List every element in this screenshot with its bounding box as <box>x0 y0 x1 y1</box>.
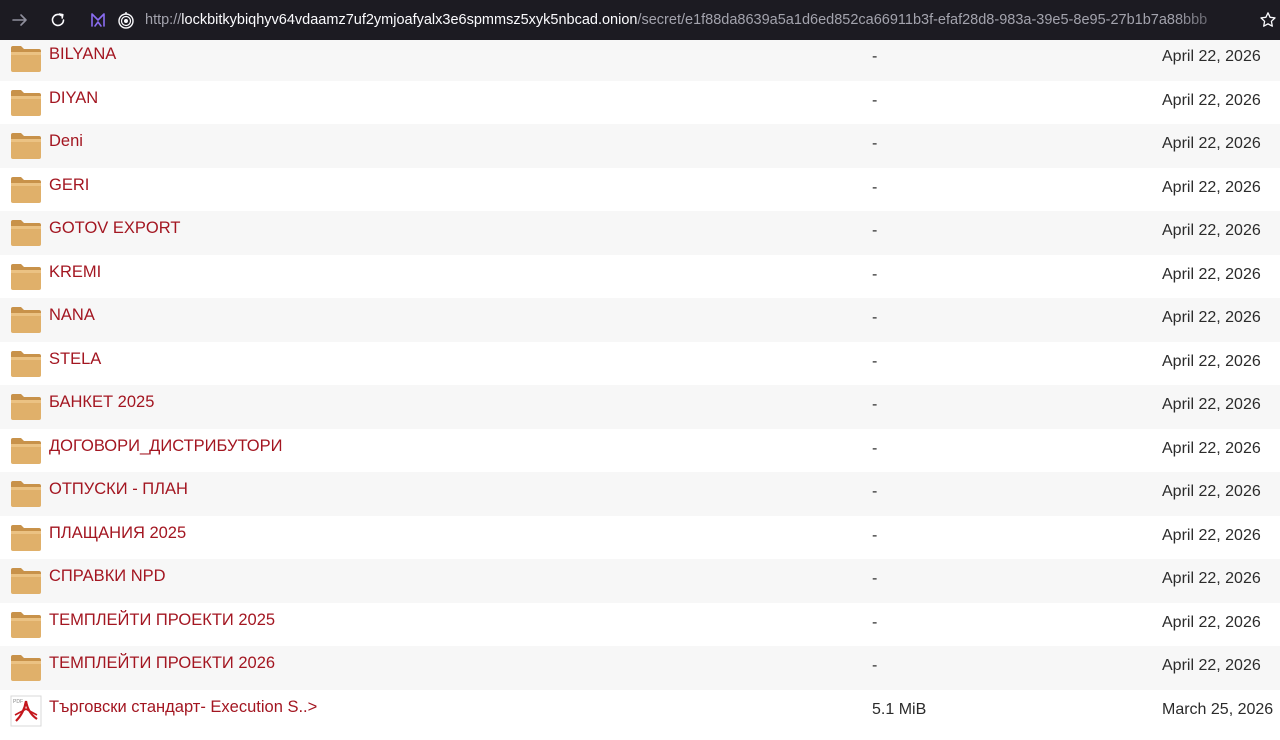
modified-date: April 22, 2026 <box>1162 178 1261 196</box>
modified-date: March 25, 2026 <box>1162 700 1274 718</box>
file-size: - <box>872 396 878 413</box>
modified-date: April 22, 2026 <box>1162 570 1261 587</box>
svg-text:PDF: PDF <box>13 699 23 705</box>
folder-icon[interactable] <box>10 608 42 640</box>
table-row: ТЕМПЛЕЙТИ ПРОЕКТИ 2025 - April 22, 2026 <box>0 602 1280 646</box>
file-size: - <box>872 48 878 65</box>
folder-icon[interactable] <box>10 173 42 205</box>
folder-link[interactable]: ТЕМПЛЕЙТИ ПРОЕКТИ 2025 <box>49 611 275 630</box>
modified-date: April 22, 2026 <box>1162 483 1261 500</box>
tor-onion-icon[interactable] <box>114 8 138 32</box>
modified-date: April 22, 2026 <box>1162 526 1261 544</box>
table-row: STELA - April 22, 2026 <box>0 341 1280 385</box>
table-row: СПРАВКИ NPD - April 22, 2026 <box>0 559 1280 603</box>
folder-icon[interactable] <box>10 390 42 422</box>
browser-toolbar: http://lockbitkybiqhyv64vdaamz7uf2ymjoaf… <box>0 0 1280 40</box>
file-size: - <box>872 222 878 239</box>
file-size: - <box>872 309 878 326</box>
table-row: ТЕМПЛЕЙТИ ПРОЕКТИ 2026 - April 22, 2026 <box>0 646 1280 690</box>
folder-link[interactable]: KREMI <box>49 263 101 282</box>
folder-icon[interactable] <box>10 651 42 683</box>
folder-icon[interactable] <box>10 347 42 379</box>
file-size: - <box>872 483 878 500</box>
table-row: ПЛАЩАНИЯ 2025 - April 22, 2026 <box>0 515 1280 559</box>
table-row: NANA - April 22, 2026 <box>0 298 1280 342</box>
table-row: GOTOV EXPORT - April 22, 2026 <box>0 211 1280 255</box>
folder-icon[interactable] <box>10 521 42 553</box>
file-size: - <box>872 178 878 196</box>
table-row: KREMI - April 22, 2026 <box>0 254 1280 298</box>
file-size: - <box>872 91 878 109</box>
extension-icon[interactable] <box>86 8 110 32</box>
folder-link[interactable]: GERI <box>49 176 89 195</box>
folder-link[interactable]: BILYANA <box>49 45 116 64</box>
table-row: ОТПУСКИ - ПЛАН - April 22, 2026 <box>0 472 1280 516</box>
modified-date: April 22, 2026 <box>1162 657 1261 674</box>
folder-icon[interactable] <box>10 303 42 335</box>
modified-date: April 22, 2026 <box>1162 352 1261 370</box>
forward-arrow-icon[interactable] <box>8 8 32 32</box>
modified-date: April 22, 2026 <box>1162 439 1261 457</box>
modified-date: April 22, 2026 <box>1162 613 1261 631</box>
file-size: - <box>872 265 878 283</box>
url-path: /secret/e1f88da8639a5a1d6ed852ca66911b3f… <box>637 12 1208 28</box>
table-row: GERI - April 22, 2026 <box>0 167 1280 211</box>
folder-link[interactable]: GOTOV EXPORT <box>49 219 180 238</box>
table-row: Deni - April 22, 2026 <box>0 124 1280 168</box>
folder-link[interactable]: Deni <box>49 132 83 151</box>
modified-date: April 22, 2026 <box>1162 309 1261 326</box>
modified-date: April 22, 2026 <box>1162 91 1261 109</box>
folder-icon[interactable] <box>10 564 42 596</box>
pdf-file-icon[interactable]: PDF <box>10 695 42 727</box>
folder-link[interactable]: DIYAN <box>49 89 98 108</box>
table-row: PDF Търговски стандарт- Execution S..> 5.1… <box>0 689 1280 733</box>
url-host: lockbitkybiqhyv64vdaamz7uf2ymjoafyalx3e6… <box>181 12 638 28</box>
modified-date: April 22, 2026 <box>1162 48 1261 65</box>
modified-date: April 22, 2026 <box>1162 135 1261 152</box>
folder-icon[interactable] <box>10 477 42 509</box>
table-row: БАНКЕТ 2025 - April 22, 2026 <box>0 385 1280 429</box>
folder-icon[interactable] <box>10 42 42 74</box>
file-size: 5.1 MiB <box>872 700 927 718</box>
folder-icon[interactable] <box>10 216 42 248</box>
reload-icon[interactable] <box>46 8 70 32</box>
file-listing: ו BILYANA-April 22, 2026DIYAN-April 22, … <box>0 40 1280 740</box>
modified-date: April 22, 2026 <box>1162 396 1261 413</box>
file-size: - <box>872 439 878 457</box>
file-size: - <box>872 352 878 370</box>
folder-link[interactable]: NANA <box>49 306 95 325</box>
modified-date: April 22, 2026 <box>1162 222 1261 239</box>
file-size: - <box>872 657 878 674</box>
folder-link[interactable]: СПРАВКИ NPD <box>49 567 166 586</box>
folder-link[interactable]: ТЕМПЛЕЙТИ ПРОЕКТИ 2026 <box>49 654 275 673</box>
table-row: ДОГОВОРИ_ДИСТРИБУТОРИ - April 22, 2026 <box>0 428 1280 472</box>
file-size: - <box>872 135 878 152</box>
file-size: - <box>872 613 878 631</box>
address-bar[interactable]: http://lockbitkybiqhyv64vdaamz7uf2ymjoaf… <box>145 11 1250 29</box>
table-row: BILYANA - April 22, 2026 <box>0 40 1280 81</box>
modified-date: April 22, 2026 <box>1162 265 1261 283</box>
folder-link[interactable]: БАНКЕТ 2025 <box>49 393 154 412</box>
bookmark-star-icon[interactable] <box>1256 8 1280 32</box>
folder-icon[interactable] <box>10 434 42 466</box>
folder-link[interactable]: ПЛАЩАНИЯ 2025 <box>49 524 186 543</box>
file-size: - <box>872 526 878 544</box>
folder-icon[interactable] <box>10 260 42 292</box>
url-protocol: http:// <box>145 12 182 28</box>
folder-icon[interactable] <box>10 129 42 161</box>
folder-link[interactable]: ОТПУСКИ - ПЛАН <box>49 480 188 499</box>
file-link[interactable]: Търговски стандарт- Execution S..> <box>49 698 317 717</box>
folder-link[interactable]: ДОГОВОРИ_ДИСТРИБУТОРИ <box>49 437 283 456</box>
folder-link[interactable]: STELA <box>49 350 101 369</box>
file-size: - <box>872 570 878 587</box>
table-row: DIYAN - April 22, 2026 <box>0 80 1280 124</box>
folder-icon[interactable] <box>10 86 42 118</box>
